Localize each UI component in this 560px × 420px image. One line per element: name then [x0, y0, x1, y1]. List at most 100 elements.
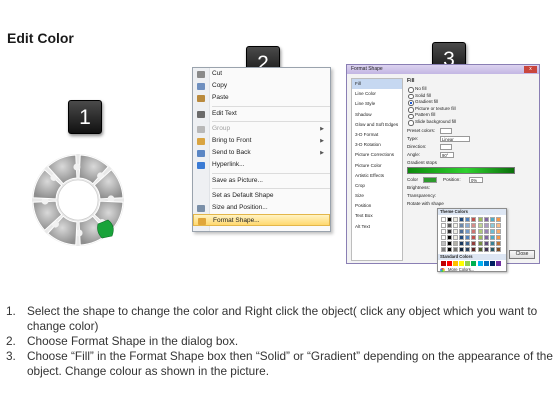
menu-item-copy[interactable]: Copy: [193, 80, 330, 92]
theme-color-swatch[interactable]: [489, 235, 495, 241]
theme-color-swatch[interactable]: [465, 217, 471, 222]
theme-color-swatch[interactable]: [465, 235, 471, 241]
theme-color-swatch[interactable]: [477, 217, 483, 222]
theme-color-swatch[interactable]: [489, 229, 495, 235]
theme-color-swatch[interactable]: [483, 223, 489, 229]
theme-color-swatch[interactable]: [489, 223, 495, 229]
rotate-with-shape-checkbox[interactable]: Rotate with shape: [407, 200, 537, 208]
nav-item-shadow[interactable]: Shadow: [352, 110, 402, 120]
menu-item-save-as-picture[interactable]: Save as Picture...: [193, 175, 330, 187]
theme-color-swatch[interactable]: [471, 223, 477, 229]
theme-color-swatch[interactable]: [483, 217, 489, 222]
theme-color-swatch[interactable]: [495, 223, 501, 229]
theme-color-swatch[interactable]: [471, 217, 477, 222]
theme-color-swatch[interactable]: [477, 229, 483, 235]
menu-item-cut[interactable]: Cut: [193, 68, 330, 80]
theme-color-swatch[interactable]: [477, 223, 483, 229]
theme-color-swatch[interactable]: [471, 235, 477, 241]
nav-item-crop[interactable]: Crop: [352, 181, 402, 191]
position-input[interactable]: 0%: [469, 176, 483, 183]
menu-item-format-shape[interactable]: Format Shape...: [193, 214, 330, 227]
nav-item-line-color[interactable]: Line Color: [352, 89, 402, 99]
theme-color-swatch[interactable]: [495, 217, 501, 222]
menu-item-set-as-default-shape[interactable]: Set as Default Shape: [193, 190, 330, 202]
theme-color-swatch[interactable]: [441, 247, 446, 253]
theme-color-swatch[interactable]: [447, 217, 453, 222]
theme-color-swatch[interactable]: [447, 247, 453, 253]
fill-option-picture-or-texture-fill[interactable]: Picture or texture fill: [407, 106, 537, 113]
fill-option-pattern-fill[interactable]: Pattern fill: [407, 112, 537, 119]
nav-item-alt-text[interactable]: Alt Text: [352, 222, 402, 232]
theme-color-swatch[interactable]: [459, 223, 465, 229]
more-colors-option[interactable]: More Colors...: [438, 267, 506, 273]
fill-option-solid-fill[interactable]: Solid fill: [407, 93, 537, 100]
theme-color-swatch[interactable]: [441, 223, 446, 229]
nav-item-picture-corrections[interactable]: Picture Corrections: [352, 150, 402, 160]
menu-item-edit-text[interactable]: Edit Text: [193, 108, 330, 120]
standard-color-swatch[interactable]: [447, 261, 453, 267]
theme-color-swatch[interactable]: [453, 229, 459, 235]
theme-color-swatch[interactable]: [447, 229, 453, 235]
theme-color-swatch[interactable]: [453, 241, 459, 247]
direction-dropdown[interactable]: [440, 143, 452, 150]
theme-color-swatch[interactable]: [453, 247, 459, 253]
menu-item-bring-to-front[interactable]: Bring to Front ▶: [193, 135, 330, 147]
gradient-stops-bar[interactable]: [407, 166, 515, 174]
standard-color-swatch[interactable]: [495, 261, 501, 267]
nav-item-text-box[interactable]: Text Box: [352, 211, 402, 221]
theme-color-swatch[interactable]: [441, 235, 446, 241]
theme-color-swatch[interactable]: [447, 235, 453, 241]
fill-option-gradient-fill[interactable]: Gradient fill: [407, 99, 537, 106]
standard-color-swatch[interactable]: [477, 261, 483, 267]
theme-color-swatch[interactable]: [483, 241, 489, 247]
theme-color-swatch[interactable]: [453, 235, 459, 241]
standard-color-swatch[interactable]: [459, 261, 465, 267]
fill-option-no-fill[interactable]: No fill: [407, 86, 537, 93]
nav-item-glow-and-soft-edges[interactable]: Glow and Soft Edges: [352, 120, 402, 130]
standard-color-swatch[interactable]: [471, 261, 477, 267]
standard-color-swatch[interactable]: [453, 261, 459, 267]
nav-item-fill[interactable]: Fill: [352, 79, 402, 90]
standard-color-swatch[interactable]: [465, 261, 471, 267]
theme-color-swatch[interactable]: [489, 247, 495, 253]
menu-item-paste[interactable]: Paste: [193, 92, 330, 104]
theme-color-swatch[interactable]: [483, 235, 489, 241]
theme-color-swatch[interactable]: [447, 241, 453, 247]
standard-color-swatch[interactable]: [441, 261, 446, 267]
theme-color-swatch[interactable]: [453, 223, 459, 229]
theme-color-swatch[interactable]: [495, 247, 501, 253]
theme-color-swatch[interactable]: [465, 241, 471, 247]
theme-color-swatch[interactable]: [441, 241, 446, 247]
theme-color-swatch[interactable]: [441, 217, 446, 222]
theme-color-swatch[interactable]: [495, 229, 501, 235]
theme-color-swatch[interactable]: [495, 241, 501, 247]
theme-color-swatch[interactable]: [483, 247, 489, 253]
close-button[interactable]: Close: [509, 250, 535, 259]
theme-color-swatch[interactable]: [471, 229, 477, 235]
theme-color-swatch[interactable]: [459, 241, 465, 247]
theme-color-swatch[interactable]: [465, 229, 471, 235]
theme-color-swatch[interactable]: [489, 217, 495, 222]
preset-colors-dropdown[interactable]: [440, 127, 452, 134]
theme-color-swatch[interactable]: [459, 247, 465, 253]
theme-color-swatch[interactable]: [489, 241, 495, 247]
theme-color-swatch[interactable]: [459, 217, 465, 222]
standard-color-swatch[interactable]: [489, 261, 495, 267]
nav-item-3-d-rotation[interactable]: 3-D Rotation: [352, 140, 402, 150]
nav-item-size[interactable]: Size: [352, 191, 402, 201]
theme-color-swatch[interactable]: [459, 229, 465, 235]
menu-item-hyperlink[interactable]: Hyperlink...: [193, 159, 330, 171]
theme-color-swatch[interactable]: [465, 247, 471, 253]
angle-input[interactable]: 90°: [440, 151, 454, 158]
theme-color-swatch[interactable]: [453, 217, 459, 222]
nav-item-line-style[interactable]: Line Style: [352, 99, 402, 109]
theme-color-swatch[interactable]: [477, 247, 483, 253]
theme-color-swatch[interactable]: [441, 229, 446, 235]
theme-color-swatch[interactable]: [477, 235, 483, 241]
theme-color-swatch[interactable]: [447, 223, 453, 229]
color-picker-button[interactable]: [423, 176, 437, 183]
theme-color-swatch[interactable]: [471, 241, 477, 247]
theme-color-swatch[interactable]: [471, 247, 477, 253]
menu-item-send-to-back[interactable]: Send to Back ▶: [193, 147, 330, 159]
type-dropdown[interactable]: Linear: [440, 135, 470, 142]
